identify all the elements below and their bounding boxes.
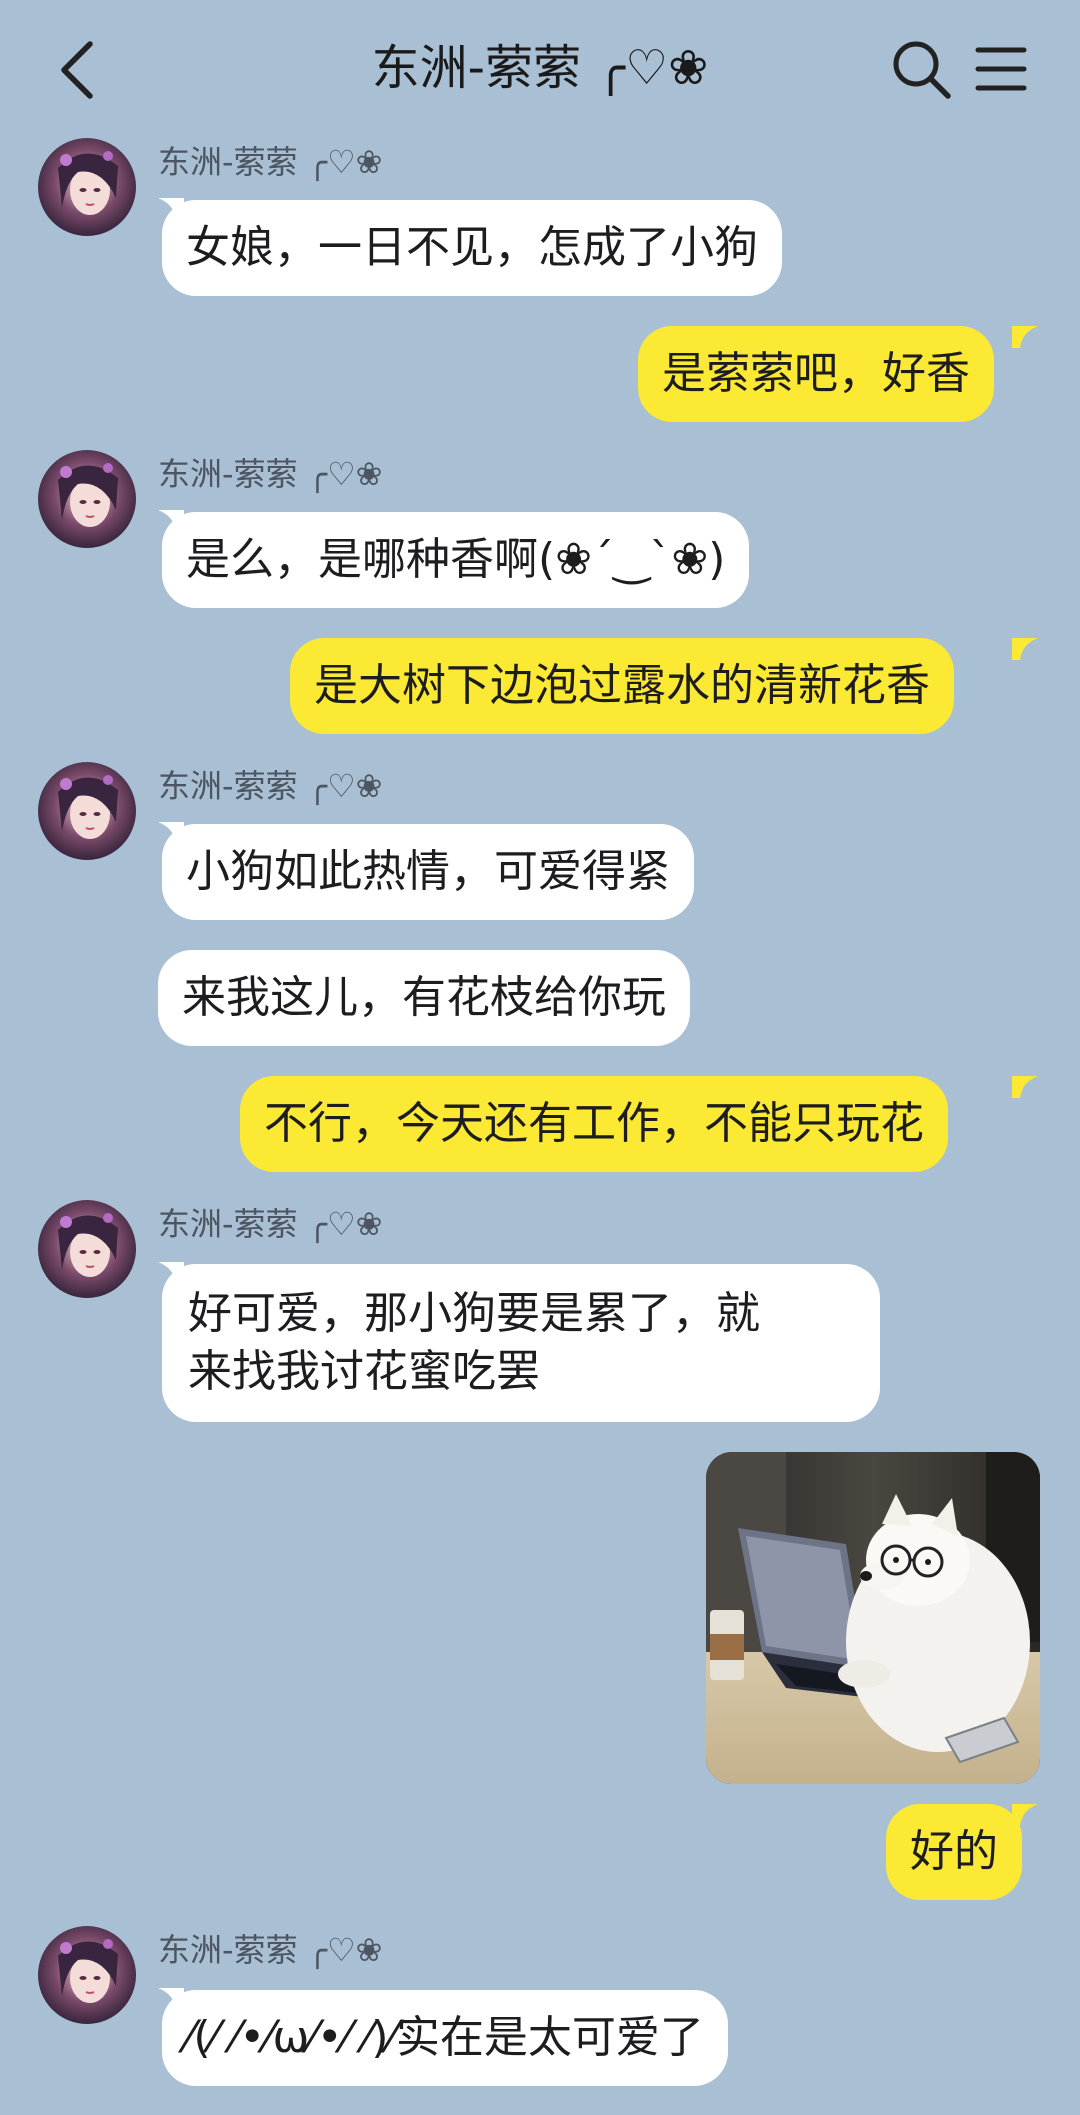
chat-title: 东洲-萦萦 ╭♡❀ [371,40,709,96]
contact-avatar[interactable] [38,762,136,860]
chat-screen: 东洲-萦萦 ╭♡❀ 东洲-萦萦 ╭♡❀ 女娘，一日不见，怎成了小狗 是萦萦吧，好… [0,0,1080,2115]
bubble-tail [1012,1076,1038,1098]
message-bubble-incoming[interactable]: 是么，是哪种香啊(❀´‿`❀) [162,512,750,608]
dog-at-laptop-photo [706,1452,1040,1784]
message-bubble-incoming[interactable]: 好可爱，那小狗要是累了，就 来找我讨花蜜吃罢 [162,1264,880,1422]
menu-button[interactable] [974,44,1028,94]
sender-name: 东洲-萦萦 ╭♡❀ [158,1931,383,1969]
bubble-tail [1012,326,1038,348]
search-button[interactable] [890,38,952,100]
back-button[interactable] [50,36,106,104]
chat-header: 东洲-萦萦 ╭♡❀ [0,0,1080,135]
message-bubble-incoming[interactable]: 来我这儿，有花枝给你玩 [158,950,690,1046]
message-bubble-outgoing[interactable]: 好的 [886,1804,1022,1900]
message-bubble-incoming[interactable]: ⁄(⁄ ⁄•⁄ω⁄•⁄ ⁄)⁄实在是太可爱了 [162,1990,728,2086]
message-line: 好可爱，那小狗要是累了，就 [188,1288,760,1339]
message-line: 来找我讨花蜜吃罢 [188,1346,540,1397]
sender-name: 东洲-萦萦 ╭♡❀ [158,455,383,493]
message-bubble-incoming[interactable]: 女娘，一日不见，怎成了小狗 [162,200,782,296]
contact-avatar[interactable] [38,138,136,236]
search-icon [893,41,951,99]
contact-avatar[interactable] [38,450,136,548]
sender-name: 东洲-萦萦 ╭♡❀ [158,1205,383,1243]
bubble-tail [1012,638,1038,660]
contact-avatar[interactable] [38,1200,136,1298]
sent-image[interactable] [706,1452,1040,1784]
message-bubble-outgoing[interactable]: 是大树下边泡过露水的清新花香 [290,638,954,734]
hamburger-menu-icon [975,47,1027,91]
contact-avatar[interactable] [38,1926,136,2024]
message-bubble-outgoing[interactable]: 是萦萦吧，好香 [638,326,994,422]
sender-name: 东洲-萦萦 ╭♡❀ [158,143,383,181]
sender-name: 东洲-萦萦 ╭♡❀ [158,767,383,805]
message-bubble-outgoing[interactable]: 不行，今天还有工作，不能只玩花 [240,1076,948,1172]
message-bubble-incoming[interactable]: 小狗如此热情，可爱得紧 [162,824,694,920]
chevron-left-icon [61,41,93,99]
